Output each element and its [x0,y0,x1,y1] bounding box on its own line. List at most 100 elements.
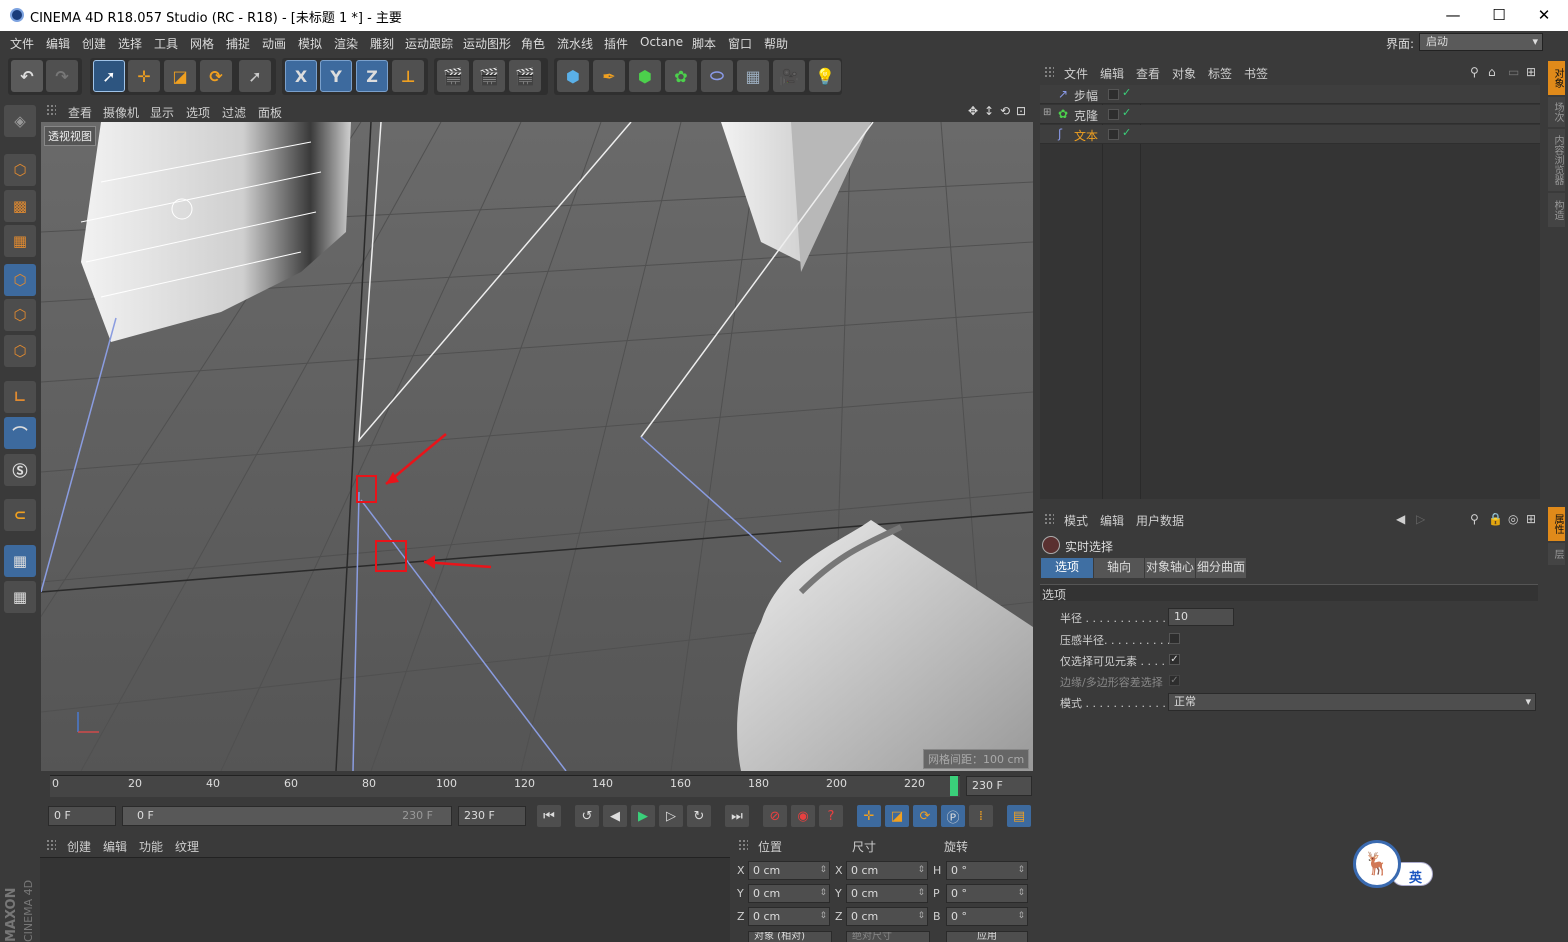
edge-tolerance-checkbox[interactable]: ✓ [1169,675,1180,686]
key-param-icon[interactable]: Ⓟ [941,805,965,827]
viewport-menu-cameras[interactable]: 摄像机 [103,104,139,121]
key-help-icon[interactable]: ? [819,805,843,827]
close-button[interactable]: ✕ [1531,4,1557,26]
polygons-mode-icon[interactable]: ⬡ [4,335,36,367]
attr-new-window-icon[interactable]: ⊞ [1526,512,1536,526]
perspective-viewport[interactable]: 透视视图 网格间距：100 cm [41,122,1033,771]
object-list[interactable]: ↗ 步幅 ✓ ⊞ ✿ 克隆 ✓ ʃ 文本 ✓ [1040,85,1540,499]
recent-tool-icon[interactable]: ➚ [239,60,271,92]
expand-icon[interactable]: ⊞ [1043,107,1051,118]
tweak-mode-icon[interactable]: ⌒ [4,417,36,449]
points-mode-icon[interactable]: ⬡ [4,264,36,296]
deformer-icon[interactable]: ⬭ [701,60,733,92]
timeline-end-field[interactable]: 230 F [966,776,1032,796]
om-new-window-icon[interactable]: ⊞ [1526,65,1536,79]
camera-icon[interactable]: 🎥 [773,60,805,92]
om-menu-edit[interactable]: 编辑 [1100,65,1124,82]
maximize-button[interactable]: ☐ [1486,4,1512,26]
menu-help[interactable]: 帮助 [764,35,788,52]
viewport-menu-filter[interactable]: 过滤 [222,104,246,121]
attr-menu-userdata[interactable]: 用户数据 [1136,512,1184,529]
minimize-button[interactable]: — [1440,4,1466,26]
planar-workplane-icon[interactable]: ▦ [4,581,36,613]
model-mode-icon[interactable]: ⬡ [4,154,36,186]
axis-z-button[interactable]: Z [356,60,388,92]
menu-motion-tracking[interactable]: 运动跟踪 [405,35,453,52]
tab-layers[interactable]: 层 [1548,543,1565,565]
texture-mode-icon[interactable]: ▩ [4,190,36,222]
layout-select[interactable]: 启动 ▾ [1419,33,1543,51]
size-y-field[interactable]: 0 cm [846,884,928,903]
om-menu-bookmarks[interactable]: 书签 [1244,65,1268,82]
om-menu-tags[interactable]: 标签 [1208,65,1232,82]
menu-octane[interactable]: Octane [640,35,683,49]
light-icon[interactable]: 💡 [809,60,841,92]
key-pla-icon[interactable]: ⁞ [969,805,993,827]
undo-icon[interactable]: ↶ [11,60,43,92]
menu-edit[interactable]: 编辑 [46,35,70,52]
tab-subdivision[interactable]: 细分曲面 [1196,558,1246,578]
menu-select[interactable]: 选择 [118,35,142,52]
menu-script[interactable]: 脚本 [692,35,716,52]
radius-field[interactable]: 10 [1168,608,1234,626]
object-row-text[interactable]: ʃ 文本 ✓ [1040,125,1540,144]
menu-mograph[interactable]: 运动图形 [463,35,511,52]
object-row-stride[interactable]: ↗ 步幅 ✓ [1040,85,1540,104]
tab-options[interactable]: 选项 [1041,558,1093,578]
menu-render[interactable]: 渲染 [334,35,358,52]
menu-pipeline[interactable]: 流水线 [557,35,593,52]
prev-frame-icon[interactable]: ◀ [603,805,627,827]
attr-target-icon[interactable]: ◎ [1508,512,1518,526]
current-frame-field[interactable]: 0 F [48,806,116,826]
attr-back-icon[interactable]: ◀ [1396,512,1405,526]
tab-structure[interactable]: 构造 [1548,193,1565,227]
attr-menu-mode[interactable]: 模式 [1064,512,1088,529]
attr-forward-icon[interactable]: ▷ [1416,512,1425,526]
viewport-menu-display[interactable]: 显示 [150,104,174,121]
pressure-radius-checkbox[interactable] [1169,633,1180,644]
render-view-icon[interactable]: 🎬 [437,60,469,92]
rot-h-field[interactable]: 0 ° [946,861,1028,880]
rotate-icon[interactable]: ⟳ [200,60,232,92]
workplane-lock-icon[interactable]: ▦ [4,545,36,577]
menu-file[interactable]: 文件 [10,35,34,52]
axis-x-button[interactable]: X [285,60,317,92]
om-home-icon[interactable]: ⌂ [1488,65,1496,79]
ime-widget[interactable]: 英 🦌 [1353,840,1435,890]
menu-animate[interactable]: 动画 [262,35,286,52]
object-visibility-icon[interactable] [1108,109,1119,120]
tab-takes[interactable]: 场次 [1548,97,1565,127]
material-menu-function[interactable]: 功能 [139,838,163,855]
tab-object-axis[interactable]: 对象轴心 [1145,558,1195,578]
next-key-icon[interactable]: ↻ [687,805,711,827]
viewport-menu-panel[interactable]: 面板 [258,104,282,121]
material-menu-edit[interactable]: 编辑 [103,838,127,855]
pen-spline-icon[interactable]: ✒ [593,60,625,92]
attr-menu-edit[interactable]: 编辑 [1100,512,1124,529]
max-frame-field[interactable]: 230 F [458,806,526,826]
live-select-icon[interactable]: ➚ [93,60,125,92]
visible-only-checkbox[interactable]: ✓ [1169,654,1180,665]
goto-start-icon[interactable]: ⏮ [537,805,561,827]
menu-create[interactable]: 创建 [82,35,106,52]
menu-snap[interactable]: 捕捉 [226,35,250,52]
size-mode-select[interactable]: 绝对尺寸 [846,931,930,942]
key-position-icon[interactable]: ✛ [857,805,881,827]
size-z-field[interactable]: 0 cm [846,907,928,926]
axis-y-button[interactable]: Y [320,60,352,92]
snap-magnet-icon[interactable]: ⊂ [4,499,36,531]
object-enabled-check-icon[interactable]: ✓ [1122,86,1131,99]
pos-x-field[interactable]: 0 cm [748,861,830,880]
floor-icon[interactable]: ▦ [737,60,769,92]
goto-end-icon[interactable]: ⏭ [725,805,749,827]
size-x-field[interactable]: 0 cm [846,861,928,880]
timeline-window-icon[interactable]: ▤ [1007,805,1031,827]
menu-simulate[interactable]: 模拟 [298,35,322,52]
om-menu-file[interactable]: 文件 [1064,65,1088,82]
material-menu-texture[interactable]: 纹理 [175,838,199,855]
tab-attributes[interactable]: 属性 [1548,507,1565,541]
material-menu-create[interactable]: 创建 [67,838,91,855]
tab-content-browser[interactable]: 内容浏览器 [1548,129,1565,191]
redo-icon[interactable]: ↷ [46,60,78,92]
tab-axis[interactable]: 轴向 [1094,558,1144,578]
